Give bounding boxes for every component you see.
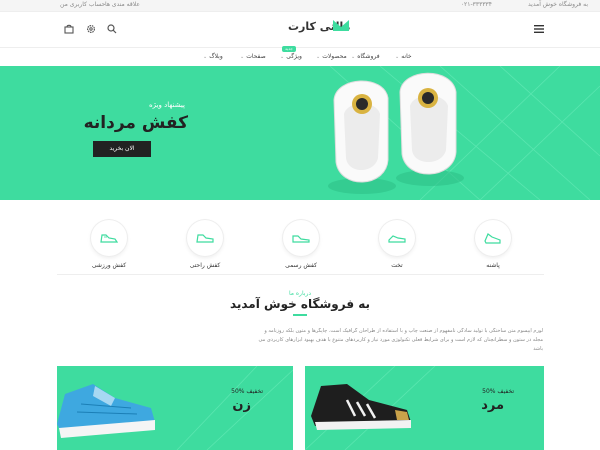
feature-sport[interactable]: [91, 220, 127, 256]
feature-label: پاشنه: [486, 262, 500, 269]
menu-item-features[interactable]: ⌄ ویژگی: [280, 53, 302, 60]
feature-label: کفش رسمی: [285, 262, 317, 269]
feature-label: کفش ورزشی: [91, 262, 127, 269]
menu-item-label: صفحات: [246, 53, 266, 60]
casual-shoe-icon: [196, 234, 214, 243]
menu-item-label: خانه: [401, 53, 412, 60]
menu-item-label: فروشگاه: [357, 53, 380, 60]
hamburger-menu-icon[interactable]: [534, 24, 544, 34]
logo-icon[interactable]: [332, 18, 350, 32]
flat-shoe-icon: [388, 235, 406, 243]
about-title: به فروشگاه خوش آمدید: [229, 297, 371, 311]
about-paragraph-line: باشد: [533, 346, 543, 352]
section-divider: [57, 274, 544, 275]
chevron-down-icon: ⌄: [240, 54, 245, 60]
title-underline: [293, 314, 307, 316]
account-link[interactable]: حساب کاربری من: [60, 1, 105, 8]
shop-now-button[interactable]: الان بخرید: [93, 141, 151, 157]
phone-number: ۰۲۱-۳۳۳۳۳۴: [460, 1, 492, 8]
about-eyebrow: درباره ما: [288, 290, 312, 297]
menu-item-label: وبلاگ: [209, 53, 223, 60]
banner-title: مرد: [481, 398, 504, 413]
shopping-bag-icon[interactable]: [64, 24, 74, 34]
discount-label: 50% تخفیف: [231, 388, 263, 395]
banner-title: زن: [232, 398, 251, 413]
about-paragraph-line: لورم ایپسوم متن ساختگی با تولید سادگی نا…: [264, 328, 543, 334]
feature-heels[interactable]: [475, 220, 511, 256]
hero-background-lines: [329, 66, 600, 200]
menu-item-blog[interactable]: ⌄ وبلاگ: [203, 53, 223, 60]
women-banner[interactable]: 50% تخفیف زن: [57, 366, 293, 450]
menu-item-pages[interactable]: ⌄ صفحات: [240, 53, 266, 60]
menu-item-products[interactable]: ⌄ محصولات: [316, 53, 347, 60]
hero-title: کفش مردانه: [83, 113, 188, 133]
loafer-shoes-image: [328, 72, 464, 194]
feature-label: کفش راحتی: [189, 262, 221, 269]
search-icon[interactable]: [107, 24, 117, 34]
welcome-text: به فروشگاه خوش آمدید: [528, 1, 588, 8]
hero-subtitle: پیشنهاد ویژه: [149, 101, 185, 109]
hero-banner: [0, 66, 600, 200]
men-sneaker-image: [311, 384, 411, 430]
chevron-down-icon: ⌄: [395, 54, 400, 60]
about-paragraph-line: مجله در ستون و سطرآنچنان که لازم است و ب…: [258, 337, 543, 343]
sneaker-icon: [100, 234, 118, 243]
top-bar: به فروشگاه خوش آمدید ۰۲۱-۳۳۳۳۳۴ علاقه من…: [0, 0, 600, 12]
chevron-down-icon: ⌄: [351, 54, 356, 60]
women-sneaker-image: [57, 384, 155, 438]
menu-item-shop[interactable]: ⌄ فروشگاه: [351, 53, 380, 60]
menu-item-label: محصولات: [322, 53, 347, 60]
chevron-down-icon: ⌄: [203, 54, 208, 60]
new-badge: جدید: [282, 46, 296, 52]
gear-icon[interactable]: [86, 24, 96, 34]
formal-shoe-icon: [292, 235, 310, 243]
discount-label: 50% تخفیف: [482, 388, 514, 395]
menu-item-label: ویژگی: [286, 53, 302, 60]
men-banner[interactable]: 50% تخفیف مرد: [305, 366, 544, 450]
feature-formal[interactable]: [283, 220, 319, 256]
feature-flats[interactable]: [379, 220, 415, 256]
chevron-down-icon: ⌄: [316, 54, 321, 60]
feature-label: تخت: [391, 262, 403, 269]
wishlist-link[interactable]: علاقه مندی ها: [105, 1, 140, 8]
heel-shoe-icon: [484, 233, 501, 244]
feature-casual[interactable]: [187, 220, 223, 256]
chevron-down-icon: ⌄: [280, 54, 285, 60]
menu-item-home[interactable]: ⌄ خانه: [395, 53, 412, 60]
